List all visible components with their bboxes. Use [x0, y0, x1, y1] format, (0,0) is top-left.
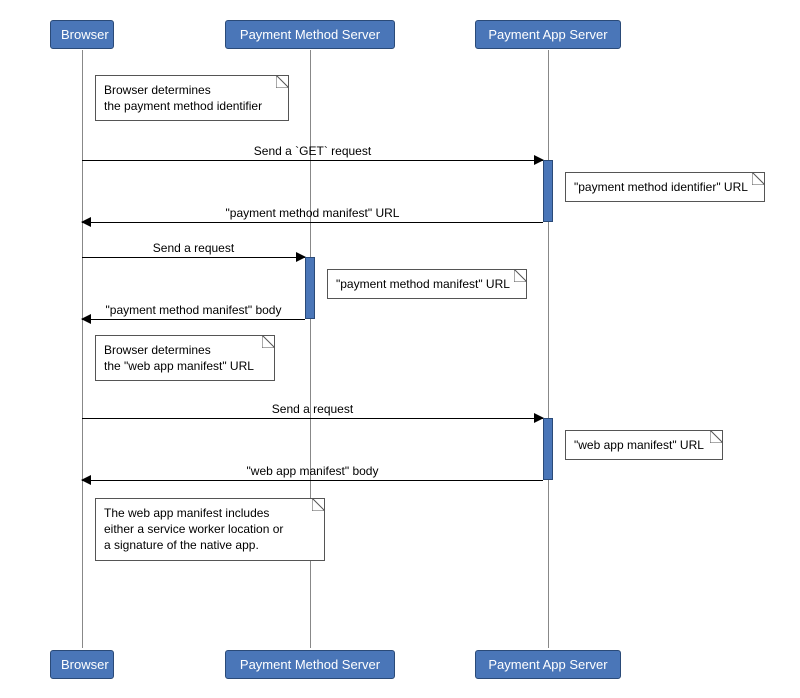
note-text: "web app manifest" URL	[574, 438, 704, 452]
note-line: Browser determines	[104, 343, 211, 357]
note-fold-icon	[276, 75, 289, 88]
lifeline-pa-server	[548, 50, 549, 648]
note-line: a signature of the native app.	[104, 538, 259, 552]
note-line: either a service worker location or	[104, 522, 283, 536]
participant-pm-server-top: Payment Method Server	[225, 20, 395, 49]
arrow-send-request-pa: Send a request	[82, 418, 543, 419]
participant-pm-server-bottom: Payment Method Server	[225, 650, 395, 679]
activation-pa-server-2	[543, 418, 553, 480]
arrow-label: Send a request	[272, 402, 353, 416]
participant-pa-server-top: Payment App Server	[475, 20, 621, 49]
note-fold-icon	[514, 269, 527, 282]
participant-browser-bottom: Browser	[50, 650, 114, 679]
participant-label: Payment Method Server	[240, 657, 380, 672]
note-text: "payment method manifest" URL	[336, 277, 510, 291]
note-browser-determines-webapp: Browser determines the "web app manifest…	[95, 335, 275, 381]
arrow-label: Send a `GET` request	[254, 144, 371, 158]
arrow-send-request-pm: Send a request	[82, 257, 305, 258]
participant-label: Payment App Server	[488, 657, 607, 672]
note-line: The web app manifest includes	[104, 506, 269, 520]
arrow-label: "payment method manifest" URL	[226, 206, 400, 220]
participant-label: Browser	[61, 27, 109, 42]
arrow-label: "web app manifest" body	[247, 464, 379, 478]
arrow-head-icon	[81, 217, 91, 227]
note-pm-identifier-url: "payment method identifier" URL	[565, 172, 765, 202]
activation-pa-server-1	[543, 160, 553, 222]
note-line: the "web app manifest" URL	[104, 359, 254, 373]
note-fold-icon	[752, 172, 765, 185]
participant-pa-server-bottom: Payment App Server	[475, 650, 621, 679]
note-webapp-manifest-url: "web app manifest" URL	[565, 430, 723, 460]
note-browser-determines-identifier: Browser determines the payment method id…	[95, 75, 289, 121]
lifeline-browser	[82, 50, 83, 648]
participant-browser-top: Browser	[50, 20, 114, 49]
arrow-pm-manifest-url: "payment method manifest" URL	[82, 222, 543, 223]
arrow-head-icon	[81, 475, 91, 485]
sequence-diagram: Browser Payment Method Server Payment Ap…	[0, 0, 800, 698]
participant-label: Browser	[61, 657, 109, 672]
note-fold-icon	[262, 335, 275, 348]
arrow-get-request: Send a `GET` request	[82, 160, 543, 161]
arrow-webapp-manifest-body: "web app manifest" body	[82, 480, 543, 481]
activation-pm-server	[305, 257, 315, 319]
arrow-label: "payment method manifest" body	[106, 303, 282, 317]
participant-label: Payment Method Server	[240, 27, 380, 42]
note-pm-manifest-url: "payment method manifest" URL	[327, 269, 527, 299]
note-fold-icon	[312, 498, 325, 511]
arrow-label: Send a request	[153, 241, 234, 255]
note-fold-icon	[710, 430, 723, 443]
note-webapp-manifest-includes: The web app manifest includes either a s…	[95, 498, 325, 561]
participant-label: Payment App Server	[488, 27, 607, 42]
arrow-head-icon	[81, 314, 91, 324]
note-text: "payment method identifier" URL	[574, 180, 748, 194]
arrow-pm-manifest-body: "payment method manifest" body	[82, 319, 305, 320]
note-line: the payment method identifier	[104, 99, 262, 113]
note-line: Browser determines	[104, 83, 211, 97]
